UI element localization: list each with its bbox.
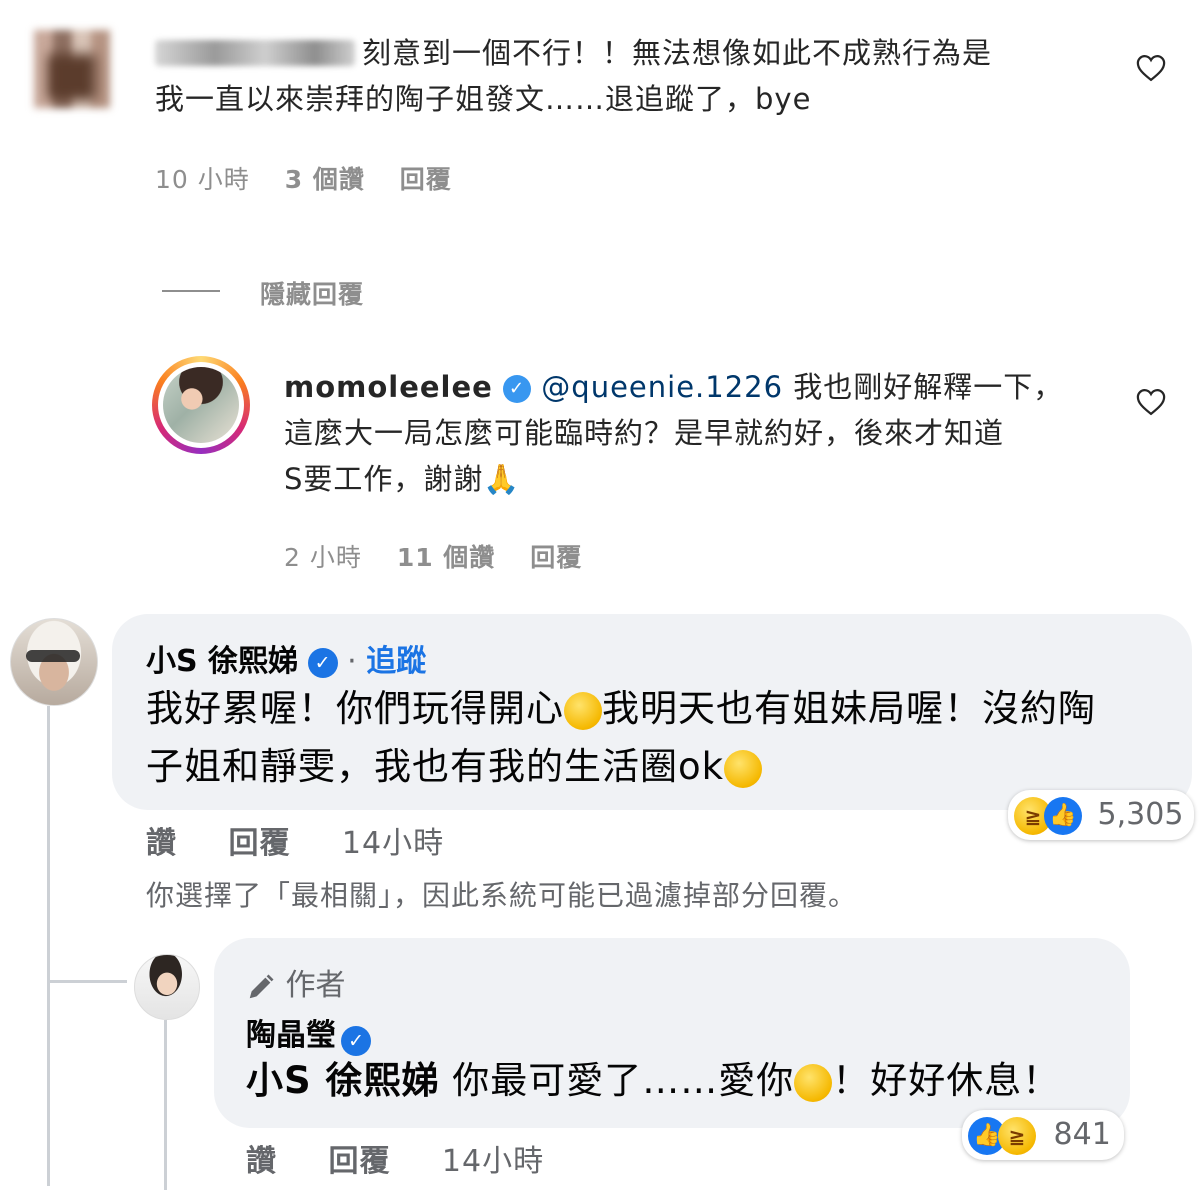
reply-mention[interactable]: @queenie.1226 [541,370,783,404]
comment-text-line1: 刻意到一個不行！！無法想像如此不成熟行為是 [362,36,993,70]
reaction-count: 5,305 [1097,797,1184,832]
blurred-username[interactable] [155,40,355,66]
avatar[interactable] [134,954,200,1020]
heart-icon[interactable] [1136,54,1166,82]
like-reaction-icon: 👍 [1044,796,1082,835]
reply-text-line3: S要工作，謝謝 [284,462,484,496]
like-button[interactable]: 讚 [246,1144,277,1179]
thread-line [164,1020,167,1190]
blurred-avatar-detail [48,54,96,100]
reply-text-line1: 我也剛好解釋一下， [793,370,1064,404]
reaction-summary[interactable]: ≧ 👍 5,305 [1008,790,1194,840]
avatar-detail [26,650,80,662]
comment-likes[interactable]: 3 個讚 [285,165,365,194]
reply-button[interactable]: 回覆 [328,1144,390,1179]
reply-username[interactable]: momoleelee [284,370,493,404]
separator-dot: · [347,644,357,679]
reply-likes[interactable]: 11 個讚 [397,543,496,572]
comment-time: 10 小時 [155,165,250,194]
reply-text-line3-wrap: S要工作，謝謝🙏 [284,456,521,502]
author-tag: 作者 [246,960,346,1004]
reply-button[interactable]: 回覆 [530,543,582,572]
verified-badge-icon: ✓ [341,1025,372,1056]
comment-body: 我好累喔！你們玩得開心 我明天也有姐妹局喔！沒約陶 子姐和靜雯，我也有我的生活圈o… [146,680,1186,796]
heart-icon[interactable] [1136,388,1166,416]
avatar[interactable] [163,367,239,443]
reaction-summary[interactable]: 👍 ≧ 841 [962,1110,1124,1160]
verified-badge-icon: ✓ [307,647,338,678]
reply-mention[interactable]: 小S 徐熙娣 [246,1059,440,1102]
avatar[interactable] [10,618,98,706]
reply-line1: momoleelee ✓ @queenie.1226 我也剛好解釋一下， [284,364,1063,410]
reply-button[interactable]: 回覆 [400,165,452,194]
reply-time[interactable]: 14小時 [442,1144,544,1179]
comment-text-line2: 我一直以來崇拜的陶子姐發文……退追蹤了，bye [155,82,812,116]
comment-text-c: 子姐和靜雯，我也有我的生活圈ok [146,745,725,788]
reaction-count: 841 [1053,1117,1111,1152]
hide-replies-button[interactable]: 隱藏回覆 [260,275,364,311]
reply-text-b: ！好好休息！ [832,1059,1061,1102]
commenter-name[interactable]: 陶晶瑩 [246,1018,336,1053]
thread-branch [47,980,127,983]
author-label: 作者 [285,968,346,1003]
pen-icon [249,974,274,998]
thread-line [47,706,50,1186]
reply-body: 小S 徐熙娣 你最可愛了……愛你 ！好好休息！ [246,1052,1060,1110]
comment-text-a: 我好累喔！你們玩得開心 [146,687,564,730]
reply-time: 2 小時 [284,543,362,572]
reply-text-line2: 這麼大一局怎麼可能臨時約？是早就約好，後來才知道 [284,416,1005,450]
reply-button[interactable]: 回覆 [228,826,290,861]
comment-time[interactable]: 14小時 [342,826,444,861]
folded-hands-emoji: 🙏 [483,462,521,496]
commenter-name[interactable]: 小S 徐熙娣 [146,644,298,679]
grinning-face-emoji [724,749,763,788]
hide-replies-divider [162,290,220,292]
verified-badge-icon: ✓ [503,375,532,403]
filter-note: 你選擇了「最相關」，因此系統可能已過濾掉部分回覆。 [146,879,858,912]
kissing-face-emoji [794,1063,833,1102]
haha-reaction-icon: ≧ [998,1116,1036,1155]
comment-header: 小S 徐熙娣 ✓ · 追蹤 [146,636,426,680]
follow-button[interactable]: 追蹤 [366,644,426,679]
comment-text-b: 我明天也有姐妹局喔！沒約陶 [602,687,1096,730]
reply-text-a: 你最可愛了……愛你 [452,1059,795,1102]
like-button[interactable]: 讚 [146,826,177,861]
tired-face-emoji [564,691,602,730]
